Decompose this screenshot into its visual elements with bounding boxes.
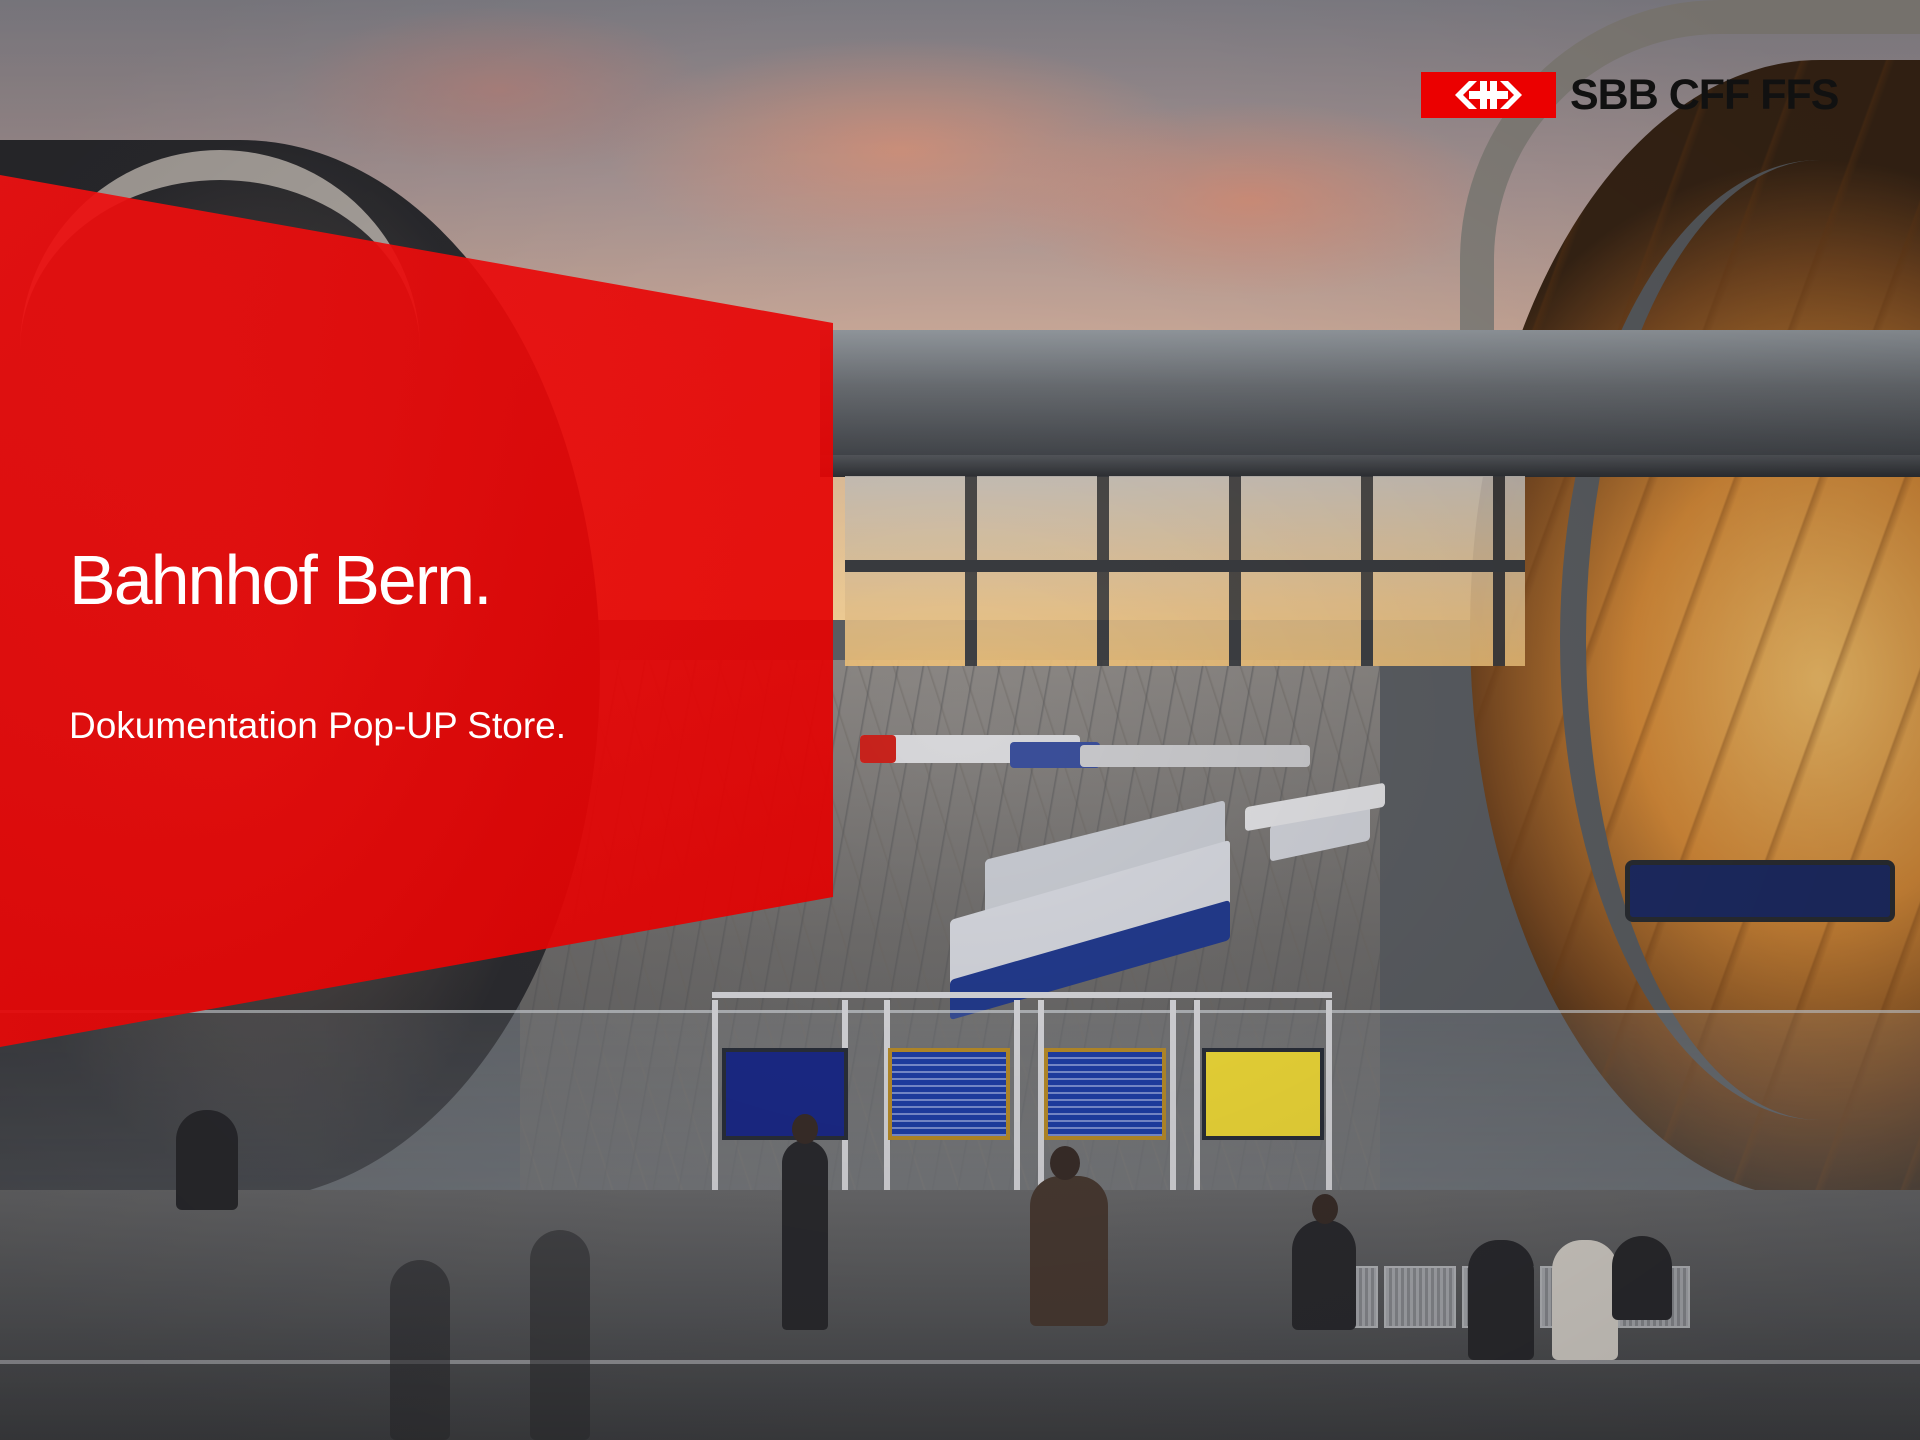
slide-title: Bahnhof Bern. [69,541,493,619]
sbb-logo: SBB CFF FFS [1421,70,1839,119]
swiss-railway-double-arrow-cross-icon [1421,72,1556,118]
logo-wordmark: SBB CFF FFS [1570,70,1839,119]
slide-subtitle: Dokumentation Pop-UP Store. [69,705,567,746]
